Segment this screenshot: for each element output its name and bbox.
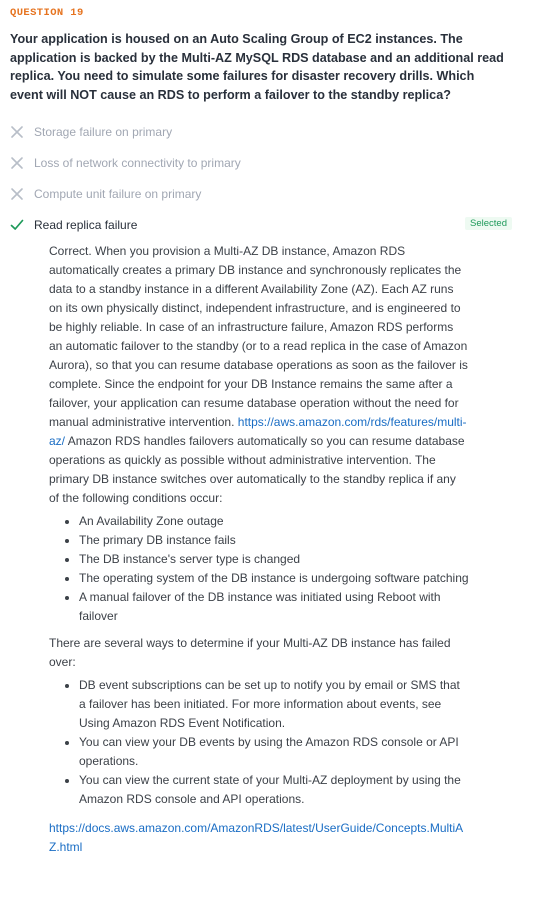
answer-explanation: Correct. When you provision a Multi-AZ D… [49, 242, 469, 857]
question-prompt: Your application is housed on an Auto Sc… [10, 32, 504, 102]
answer-label: Loss of network connectivity to primary [34, 155, 241, 170]
explanation-intro: Correct. When you provision a Multi-AZ D… [49, 244, 468, 429]
answer-option-3[interactable]: Compute unit failure on primary [10, 178, 526, 209]
question-panel: QUESTION 19 Your application is housed o… [0, 0, 536, 857]
answer-list: Storage failure on primary Loss of netwo… [10, 116, 526, 240]
list-item: DB event subscriptions can be set up to … [79, 676, 469, 733]
x-icon [11, 125, 23, 138]
explanation-continued: Amazon RDS handles failovers automatical… [49, 434, 465, 505]
question-number: QUESTION 19 [10, 7, 84, 19]
list-item: A manual failover of the DB instance was… [79, 588, 469, 626]
answer-label: Read replica failure [34, 217, 138, 232]
explanation-reference: https://docs.aws.amazon.com/AmazonRDS/la… [49, 819, 469, 857]
list-item: You can view your DB events by using the… [79, 733, 469, 771]
answer-label: Storage failure on primary [34, 124, 173, 139]
failover-detection-list: DB event subscriptions can be set up to … [49, 676, 469, 809]
explanation-paragraph: Correct. When you provision a Multi-AZ D… [49, 242, 469, 508]
selected-badge: Selected [465, 217, 512, 230]
list-item: You can view the current state of your M… [79, 771, 469, 809]
answer-option-1[interactable]: Storage failure on primary [10, 116, 526, 147]
x-icon [11, 156, 23, 169]
list-item: The operating system of the DB instance … [79, 569, 469, 588]
x-icon [11, 187, 23, 200]
rds-multi-az-docs-link[interactable]: https://docs.aws.amazon.com/AmazonRDS/la… [49, 821, 463, 854]
explanation-paragraph-2: There are several ways to determine if y… [49, 636, 451, 669]
failover-conditions-list: An Availability Zone outage The primary … [49, 512, 469, 626]
checkmark-icon [10, 219, 24, 230]
list-item: The primary DB instance fails [79, 531, 469, 550]
list-item: The DB instance's server type is changed [79, 550, 469, 569]
list-item: An Availability Zone outage [79, 512, 469, 531]
answer-label: Compute unit failure on primary [34, 186, 202, 201]
answer-option-2[interactable]: Loss of network connectivity to primary [10, 147, 526, 178]
answer-option-4[interactable]: Read replica failure Selected [10, 209, 526, 240]
